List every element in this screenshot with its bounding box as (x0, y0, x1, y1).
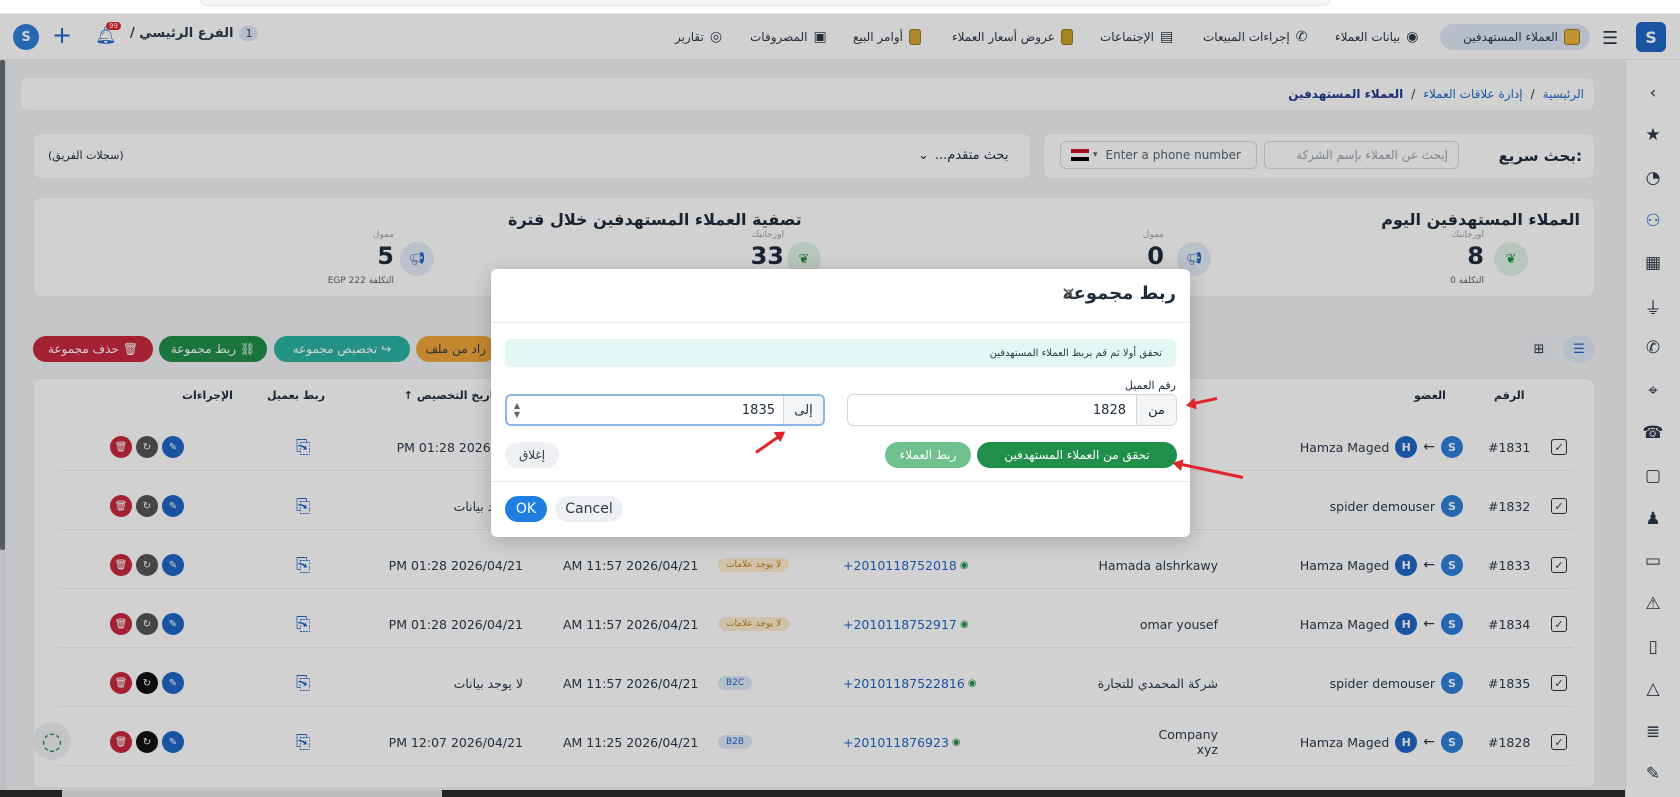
to-input-group: ▲ ▼ 1835 إلى (505, 394, 825, 426)
close-icon[interactable]: ✕ (1061, 284, 1076, 305)
to-label: إلى (783, 396, 823, 424)
ok-button[interactable]: OK (505, 496, 547, 522)
modal-title: ربط مجموعة (1062, 283, 1176, 304)
top-pill (200, 0, 1330, 6)
from-input-group: 1828 من (847, 394, 1177, 426)
close-button[interactable]: إغلاق (505, 442, 559, 468)
verify-clients-button[interactable]: تحقق من العملاء المستهدفين (977, 442, 1177, 468)
link-group-modal: ربط مجموعة ✕ تحقق أولا ثم قم بربط العملا… (491, 269, 1190, 537)
to-input[interactable]: 1835 (527, 403, 783, 418)
from-input[interactable]: 1828 (848, 403, 1136, 418)
browser-top-strip (0, 0, 1680, 14)
cancel-button[interactable]: Cancel (555, 496, 623, 522)
number-spinner-icon[interactable]: ▲ ▼ (507, 401, 527, 419)
from-label: من (1136, 395, 1176, 425)
notice-alert: تحقق أولا ثم قم بربط العملاء المستهدفين (505, 339, 1176, 367)
link-clients-button[interactable]: ربط العملاء (885, 442, 971, 468)
client-number-label: رقم العميل (1124, 379, 1176, 392)
